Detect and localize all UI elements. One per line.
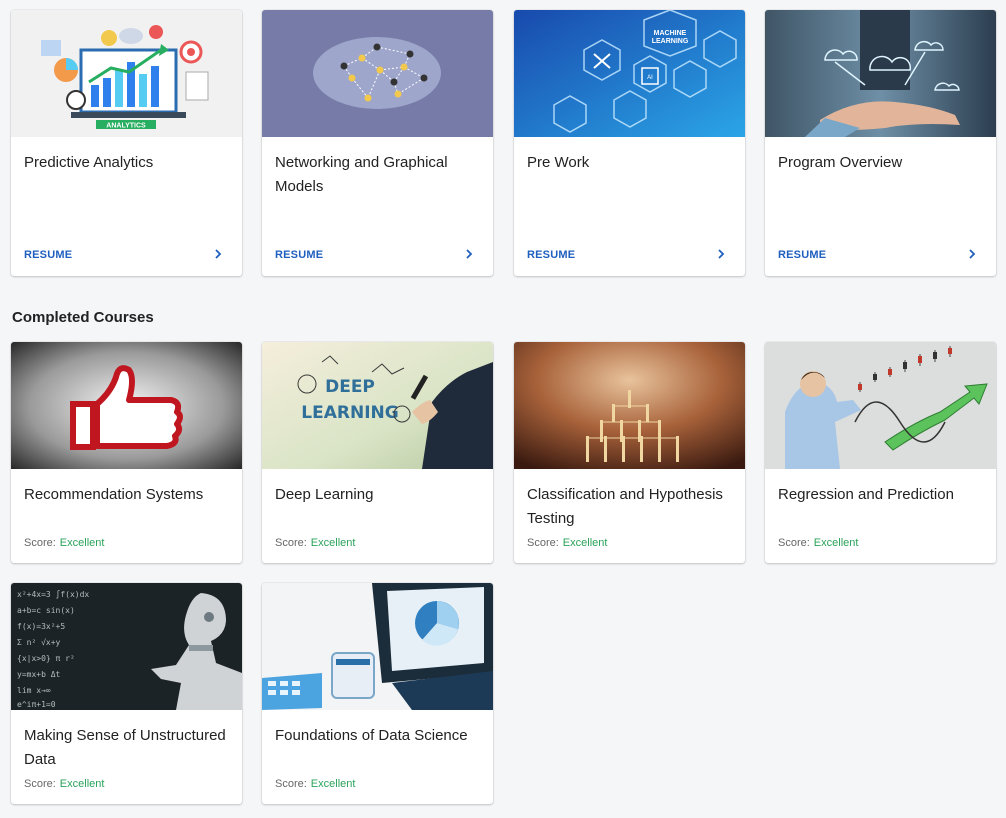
score-label: Score:	[778, 537, 810, 549]
deep-learning-image: DEEP LEARNING	[262, 342, 493, 469]
course-title: Predictive Analytics	[24, 154, 154, 171]
thumbs-up-image	[11, 342, 242, 469]
wooden-pegs-image	[514, 342, 745, 469]
course-card-networking-graphical-models[interactable]: Networking and Graphical Models RESUME	[262, 10, 493, 276]
score-label: Score:	[275, 537, 307, 549]
score-value: Excellent	[59, 778, 105, 790]
course-card-classification-hypothesis-testing[interactable]: Classification and Hypothesis Testing Sc…	[514, 342, 745, 563]
course-title: Pre Work	[527, 154, 590, 171]
course-card-deep-learning[interactable]: DEEP LEARNING Deep Learning Score: Excell…	[262, 342, 493, 563]
machine-learning-image: MACHINE LEARNING AI	[514, 10, 745, 137]
chevron-right-icon[interactable]	[212, 248, 224, 260]
course-score: Score: Excellent	[527, 537, 607, 549]
resume-link[interactable]: RESUME	[275, 249, 323, 261]
chevron-right-icon[interactable]	[966, 248, 978, 260]
resume-link[interactable]: RESUME	[778, 249, 826, 261]
course-score: Score: Excellent	[275, 778, 355, 790]
score-value: Excellent	[813, 537, 859, 549]
course-title: Regression and Prediction	[778, 486, 954, 503]
score-value: Excellent	[562, 537, 608, 549]
course-card-recommendation-systems[interactable]: Recommendation Systems Score: Excellent	[11, 342, 242, 563]
resume-link[interactable]: RESUME	[24, 249, 72, 261]
course-card-regression-prediction[interactable]: Regression and Prediction Score: Excellen…	[765, 342, 996, 563]
score-label: Score:	[275, 778, 307, 790]
course-score: Score: Excellent	[778, 537, 858, 549]
svg-text:e^iπ+1=0: e^iπ+1=0	[17, 700, 56, 709]
course-title: Foundations of Data Science	[275, 727, 468, 744]
course-title: Recommendation Systems	[24, 486, 204, 503]
course-title: Making Sense of Unstructured Data	[24, 727, 226, 768]
completed-courses-heading: Completed Courses	[12, 309, 154, 326]
course-score: Score: Excellent	[275, 537, 355, 549]
analytics-dashboard-image: ANALYTICS	[11, 10, 242, 137]
chevron-right-icon[interactable]	[715, 248, 727, 260]
course-card-pre-work[interactable]: MACHINE LEARNING AI Pre Work RESUME	[514, 10, 745, 276]
svg-text:Σ n² √x+y: Σ n² √x+y	[17, 638, 61, 647]
course-title: Program Overview	[778, 154, 903, 171]
course-title: Deep Learning	[275, 486, 374, 503]
svg-text:LEARNING: LEARNING	[301, 403, 398, 423]
network-graph-image	[262, 10, 493, 137]
score-value: Excellent	[59, 537, 105, 549]
svg-text:y=mx+b Δt: y=mx+b Δt	[17, 670, 61, 679]
score-label: Score:	[24, 778, 56, 790]
course-card-predictive-analytics[interactable]: ANALYTICS Predictive Analytics RESUME	[11, 10, 242, 276]
svg-text:DEEP: DEEP	[325, 377, 375, 397]
course-title: Classification and Hypothesis Testing	[527, 486, 723, 527]
score-value: Excellent	[310, 537, 356, 549]
score-value: Excellent	[310, 778, 356, 790]
laptop-chart-image	[262, 583, 493, 710]
trend-chart-drawing-image	[765, 342, 996, 469]
score-label: Score:	[24, 537, 56, 549]
resume-link[interactable]: RESUME	[527, 249, 575, 261]
score-label: Score:	[527, 537, 559, 549]
svg-text:ANALYTICS: ANALYTICS	[106, 123, 146, 130]
svg-text:{x|x>0} π r²: {x|x>0} π r²	[17, 654, 75, 663]
chevron-right-icon[interactable]	[463, 248, 475, 260]
course-score: Score: Excellent	[24, 537, 104, 549]
svg-text:a+b=c sin(x): a+b=c sin(x)	[17, 606, 75, 615]
course-card-program-overview[interactable]: Program Overview RESUME	[765, 10, 996, 276]
svg-text:f(x)=3x²+5: f(x)=3x²+5	[17, 622, 65, 631]
course-score: Score: Excellent	[24, 778, 104, 790]
svg-text:x²+4x=3 ∫f(x)dx: x²+4x=3 ∫f(x)dx	[17, 590, 89, 599]
course-card-foundations-data-science[interactable]: Foundations of Data Science Score: Excell…	[262, 583, 493, 804]
course-title: Networking and Graphical Models	[275, 154, 448, 195]
cloud-hand-image	[765, 10, 996, 137]
robot-chalkboard-image: x²+4x=3 ∫f(x)dx a+b=c sin(x) f(x)=3x²+5 …	[11, 583, 242, 710]
course-card-unstructured-data[interactable]: x²+4x=3 ∫f(x)dx a+b=c sin(x) f(x)=3x²+5 …	[11, 583, 242, 804]
svg-text:lim x→∞: lim x→∞	[17, 686, 51, 695]
